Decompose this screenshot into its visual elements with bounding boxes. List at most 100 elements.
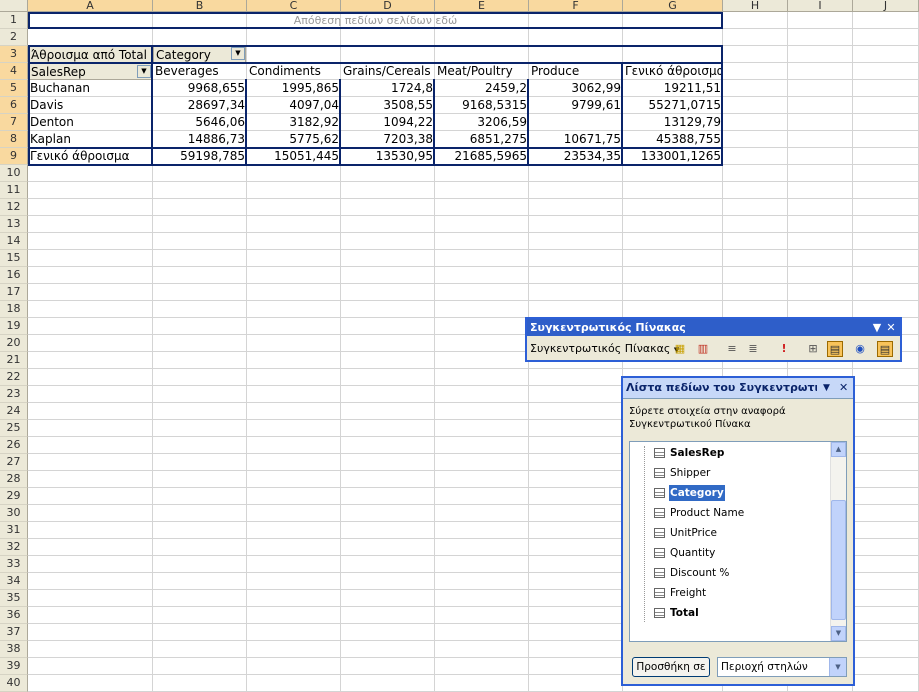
column-header[interactable]: C <box>247 0 341 12</box>
row-header[interactable]: 12 <box>0 199 28 216</box>
row-header[interactable]: 15 <box>0 250 28 267</box>
scroll-down-button[interactable]: ▼ <box>831 626 846 641</box>
add-to-button[interactable]: Προσθήκη σε <box>632 657 710 677</box>
row-header[interactable]: 14 <box>0 233 28 250</box>
format-report-icon[interactable]: ▦ <box>672 341 688 357</box>
row-header[interactable]: 38 <box>0 641 28 658</box>
always-display-items-icon[interactable]: ▤ <box>827 341 843 357</box>
row-header[interactable]: 22 <box>0 369 28 386</box>
column-header[interactable]: F <box>529 0 623 12</box>
pivot-toolbar[interactable]: Συγκεντρωτικός Πίνακας ▼ ✕ Συγκεντρωτικό… <box>525 317 902 362</box>
data-cell[interactable]: 1724,8 <box>341 80 435 97</box>
row-header[interactable]: 21 <box>0 352 28 369</box>
column-header[interactable]: H <box>723 0 788 12</box>
row-item-label[interactable]: Denton <box>28 114 153 131</box>
data-cell[interactable]: 6851,275 <box>435 131 529 148</box>
row-header[interactable]: 18 <box>0 301 28 318</box>
row-header[interactable]: 13 <box>0 216 28 233</box>
data-cell[interactable]: 14886,73 <box>153 131 247 148</box>
column-header[interactable]: A <box>28 0 153 12</box>
row-header[interactable]: 5 <box>0 80 28 97</box>
select-all-corner[interactable] <box>0 0 28 12</box>
column-header[interactable]: J <box>853 0 919 12</box>
data-cell[interactable]: 1995,865 <box>247 80 341 97</box>
row-header[interactable]: 35 <box>0 590 28 607</box>
data-cell[interactable]: 45388,755 <box>623 131 723 148</box>
row-item-label[interactable]: Kaplan <box>28 131 153 148</box>
row-header[interactable]: 30 <box>0 505 28 522</box>
refresh-data-icon[interactable]: ! <box>776 341 792 357</box>
column-item-header[interactable]: Γενικό άθροισμα <box>623 63 723 80</box>
chevron-down-icon[interactable]: ▼ <box>829 658 846 676</box>
column-item-header[interactable]: Beverages <box>153 63 247 80</box>
column-header[interactable]: G <box>623 0 723 12</box>
row-header[interactable]: 2 <box>0 29 28 46</box>
grand-total-cell[interactable]: 21685,5965 <box>435 148 529 165</box>
field-list-toggle-icon[interactable]: ▤ <box>877 341 893 357</box>
column-header[interactable]: B <box>153 0 247 12</box>
row-item-label[interactable]: Davis <box>28 97 153 114</box>
data-cell[interactable]: 55271,0715 <box>623 97 723 114</box>
row-header[interactable]: 28 <box>0 471 28 488</box>
row-field-button[interactable]: SalesRep <box>28 63 153 80</box>
column-item-header[interactable]: Grains/Cereals <box>341 63 435 80</box>
data-cell[interactable]: 3508,55 <box>341 97 435 114</box>
row-header[interactable]: 32 <box>0 539 28 556</box>
grand-total-cell[interactable]: 59198,785 <box>153 148 247 165</box>
row-header[interactable]: 26 <box>0 437 28 454</box>
close-icon[interactable]: ✕ <box>839 378 848 398</box>
scroll-up-button[interactable]: ▲ <box>831 442 846 457</box>
row-header[interactable]: 4 <box>0 63 28 80</box>
data-cell[interactable]: 28697,34 <box>153 97 247 114</box>
field-listbox[interactable]: SalesRep Shipper Category Product Name UnitP… <box>629 441 847 642</box>
toolbar-options-icon[interactable]: ▼ <box>871 319 883 336</box>
show-detail-icon[interactable]: ≣ <box>745 341 761 357</box>
pivot-toolbar-titlebar[interactable]: Συγκεντρωτικός Πίνακας ▼ ✕ <box>527 319 900 336</box>
row-header[interactable]: 24 <box>0 403 28 420</box>
chevron-down-icon[interactable]: ▼ <box>823 378 830 398</box>
column-header[interactable]: D <box>341 0 435 12</box>
row-header[interactable]: 25 <box>0 420 28 437</box>
data-cell[interactable]: 13129,79 <box>623 114 723 131</box>
row-header[interactable]: 7 <box>0 114 28 131</box>
data-cell[interactable]: 1094,22 <box>341 114 435 131</box>
row-header[interactable]: 23 <box>0 386 28 403</box>
row-header[interactable]: 39 <box>0 658 28 675</box>
row-header[interactable]: 29 <box>0 488 28 505</box>
row-header[interactable]: 19 <box>0 318 28 335</box>
row-header[interactable]: 40 <box>0 675 28 692</box>
row-header[interactable]: 8 <box>0 131 28 148</box>
data-cell[interactable]: 3062,99 <box>529 80 623 97</box>
column-item-header[interactable]: Condiments <box>247 63 341 80</box>
area-select[interactable]: Περιοχή στηλών ▼ <box>717 657 847 677</box>
row-header[interactable]: 16 <box>0 267 28 284</box>
data-cell[interactable]: 2459,2 <box>435 80 529 97</box>
row-header[interactable]: 1 <box>0 12 28 29</box>
chevron-down-icon[interactable]: ▼ <box>137 65 151 78</box>
grand-total-cell[interactable]: 13530,95 <box>341 148 435 165</box>
scroll-thumb[interactable] <box>831 500 846 620</box>
data-cell[interactable]: 5775,62 <box>247 131 341 148</box>
row-header[interactable]: 10 <box>0 165 28 182</box>
field-list-titlebar[interactable]: Λίστα πεδίων του Συγκεντρωτικού Πίνακα ▼… <box>623 378 853 399</box>
chevron-down-icon[interactable]: ▼ <box>231 47 245 60</box>
row-item-label[interactable]: Buchanan <box>28 80 153 97</box>
pivot-menu-button[interactable]: Συγκεντρωτικός Πίνακας ▼ <box>530 340 679 358</box>
grand-total-cell[interactable]: 133001,1265 <box>623 148 723 165</box>
data-field-button[interactable]: Άθροισμα από Total <box>28 46 153 63</box>
field-settings-icon[interactable]: ◉ <box>852 341 868 357</box>
chart-wizard-icon[interactable]: ▥ <box>695 341 711 357</box>
column-header[interactable]: E <box>435 0 529 12</box>
data-cell[interactable]: 3206,59 <box>435 114 529 131</box>
data-cell[interactable]: 9968,655 <box>153 80 247 97</box>
grand-total-cell[interactable]: 15051,445 <box>247 148 341 165</box>
data-cell[interactable]: 5646,06 <box>153 114 247 131</box>
column-item-header[interactable]: Meat/Poultry <box>435 63 529 80</box>
grand-total-cell[interactable]: 23534,35 <box>529 148 623 165</box>
hide-detail-icon[interactable]: ≡ <box>724 341 740 357</box>
row-header[interactable]: 36 <box>0 607 28 624</box>
row-header[interactable]: 31 <box>0 522 28 539</box>
data-cell[interactable]: 4097,04 <box>247 97 341 114</box>
row-header[interactable]: 3 <box>0 46 28 63</box>
data-cell[interactable]: 19211,51 <box>623 80 723 97</box>
